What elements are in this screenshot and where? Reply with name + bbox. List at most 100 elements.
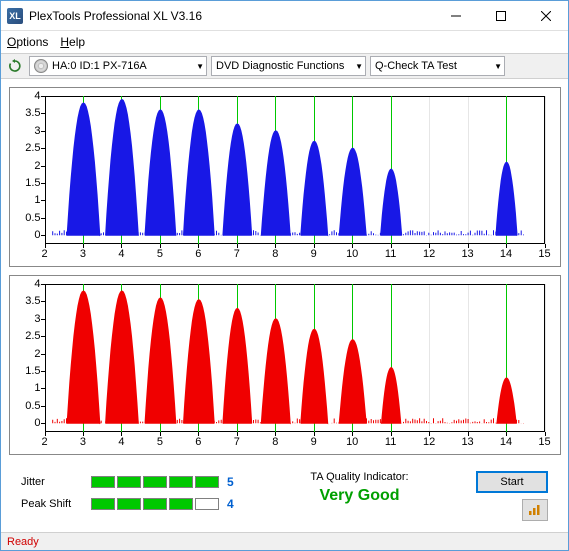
peakshift-row: Peak Shift 4 xyxy=(21,493,251,515)
chart-options-button[interactable] xyxy=(522,499,548,521)
x-tick-label: 15 xyxy=(538,436,550,448)
peakshift-label: Peak Shift xyxy=(21,498,91,510)
metric-bar-segment xyxy=(91,498,115,510)
close-button[interactable] xyxy=(523,1,568,30)
x-tick-label: 10 xyxy=(346,436,358,448)
device-dropdown[interactable]: HA:0 ID:1 PX-716A ▼ xyxy=(29,56,207,76)
x-tick-label: 5 xyxy=(157,436,163,448)
metric-bar-segment xyxy=(143,498,167,510)
y-tick-label: 2 xyxy=(34,160,40,172)
x-tick-label: 3 xyxy=(80,248,86,260)
metric-bar-segment xyxy=(143,476,167,488)
metrics-panel: Jitter 5 Peak Shift 4 xyxy=(21,471,251,515)
x-tick-label: 7 xyxy=(234,248,240,260)
chart-top: 2 3 4 5 6 7 8 9 10 11 12 13 14 15 0 0.5 1 1.5 2 2.5 3 3.5 4 xyxy=(9,87,561,267)
app-logo-icon: XL xyxy=(7,8,23,24)
jitter-label: Jitter xyxy=(21,476,91,488)
chevron-down-icon: ▼ xyxy=(196,62,204,71)
metric-bar-segment xyxy=(169,476,193,488)
metric-bar-segment xyxy=(169,498,193,510)
x-tick-label: 12 xyxy=(423,248,435,260)
test-dropdown-text: Q-Check TA Test xyxy=(375,60,490,72)
y-tick-label: 3.5 xyxy=(25,295,40,307)
y-tick-label: 4 xyxy=(34,90,40,102)
x-tick-label: 13 xyxy=(461,248,473,260)
x-tick-label: 4 xyxy=(118,248,124,260)
y-tick-label: 4 xyxy=(34,278,40,290)
x-tick-label: 6 xyxy=(195,248,201,260)
content-area: 2345678910111213141500.511.522.533.54 23… xyxy=(1,79,568,525)
x-tick-label: 6 xyxy=(195,436,201,448)
gridline xyxy=(545,96,546,244)
metric-bar-segment xyxy=(91,476,115,488)
y-tick-label: 0.5 xyxy=(25,400,40,412)
category-dropdown-text: DVD Diagnostic Functions xyxy=(216,60,351,72)
metric-bar-segment xyxy=(195,498,219,510)
chevron-down-icon: ▼ xyxy=(494,62,502,71)
disc-icon xyxy=(34,59,48,73)
peakshift-value: 4 xyxy=(227,497,234,511)
x-tick-label: 2 xyxy=(41,436,47,448)
x-tick-label: 11 xyxy=(385,248,396,260)
data-series xyxy=(45,284,545,432)
jitter-row: Jitter 5 xyxy=(21,471,251,493)
titlebar: XL PlexTools Professional XL V3.16 xyxy=(1,1,568,31)
y-tick-label: 2.5 xyxy=(25,330,40,342)
x-tick-label: 2 xyxy=(41,248,47,260)
menu-help[interactable]: Help xyxy=(60,35,85,49)
y-tick-label: 0 xyxy=(34,417,40,429)
x-tick-label: 15 xyxy=(538,248,550,260)
y-tick-label: 0.5 xyxy=(25,212,40,224)
test-dropdown[interactable]: Q-Check TA Test ▼ xyxy=(370,56,505,76)
x-tick-label: 7 xyxy=(234,436,240,448)
data-series xyxy=(45,96,545,244)
bottom-panel: Jitter 5 Peak Shift 4 TA Quality Indicat… xyxy=(7,463,562,525)
y-tick-label: 2.5 xyxy=(25,142,40,154)
x-tick-label: 11 xyxy=(385,436,396,448)
y-tick-label: 1.5 xyxy=(25,365,40,377)
x-tick-label: 13 xyxy=(461,436,473,448)
category-dropdown[interactable]: DVD Diagnostic Functions ▼ xyxy=(211,56,366,76)
x-tick-label: 10 xyxy=(346,248,358,260)
jitter-value: 5 xyxy=(227,475,234,489)
x-tick-label: 14 xyxy=(500,436,512,448)
y-tick-label: 0 xyxy=(34,229,40,241)
ta-quality-label: TA Quality Indicator: xyxy=(251,471,468,483)
minimize-button[interactable] xyxy=(433,1,478,30)
x-tick-label: 9 xyxy=(311,436,317,448)
start-button[interactable]: Start xyxy=(476,471,548,493)
device-dropdown-text: HA:0 ID:1 PX-716A xyxy=(52,60,192,72)
x-tick-label: 14 xyxy=(500,248,512,260)
metric-bar-segment xyxy=(195,476,219,488)
x-tick-label: 9 xyxy=(311,248,317,260)
action-panel: Start xyxy=(468,471,548,521)
y-tick-label: 3 xyxy=(34,125,40,137)
chevron-down-icon: ▼ xyxy=(355,62,363,71)
y-tick-label: 1 xyxy=(34,382,40,394)
x-tick-label: 3 xyxy=(80,436,86,448)
menu-options[interactable]: Options xyxy=(7,35,48,49)
x-tick-label: 4 xyxy=(118,436,124,448)
gridline xyxy=(545,284,546,432)
refresh-icon[interactable] xyxy=(5,56,25,76)
maximize-button[interactable] xyxy=(478,1,523,30)
ta-quality-value: Very Good xyxy=(251,487,468,505)
chart-bottom: 2 3 4 5 6 7 8 9 10 11 12 13 14 15 0 0.5 1 1.5 2 2.5 3 3.5 4 xyxy=(9,275,561,455)
metric-bar-segment xyxy=(117,498,141,510)
statusbar: Ready xyxy=(1,532,568,550)
y-tick-label: 1.5 xyxy=(25,177,40,189)
x-tick-label: 8 xyxy=(272,436,278,448)
ta-panel: TA Quality Indicator: Very Good xyxy=(251,471,468,505)
status-text: Ready xyxy=(7,536,39,548)
window-controls xyxy=(433,1,568,30)
toolbar: HA:0 ID:1 PX-716A ▼ DVD Diagnostic Funct… xyxy=(1,53,568,79)
y-tick-label: 1 xyxy=(34,194,40,206)
window-title: PlexTools Professional XL V3.16 xyxy=(29,9,433,23)
y-tick-label: 3.5 xyxy=(25,107,40,119)
y-tick-label: 3 xyxy=(34,313,40,325)
metric-bar-segment xyxy=(117,476,141,488)
y-tick-label: 2 xyxy=(34,348,40,360)
x-tick-label: 8 xyxy=(272,248,278,260)
x-tick-label: 12 xyxy=(423,436,435,448)
x-tick-label: 5 xyxy=(157,248,163,260)
